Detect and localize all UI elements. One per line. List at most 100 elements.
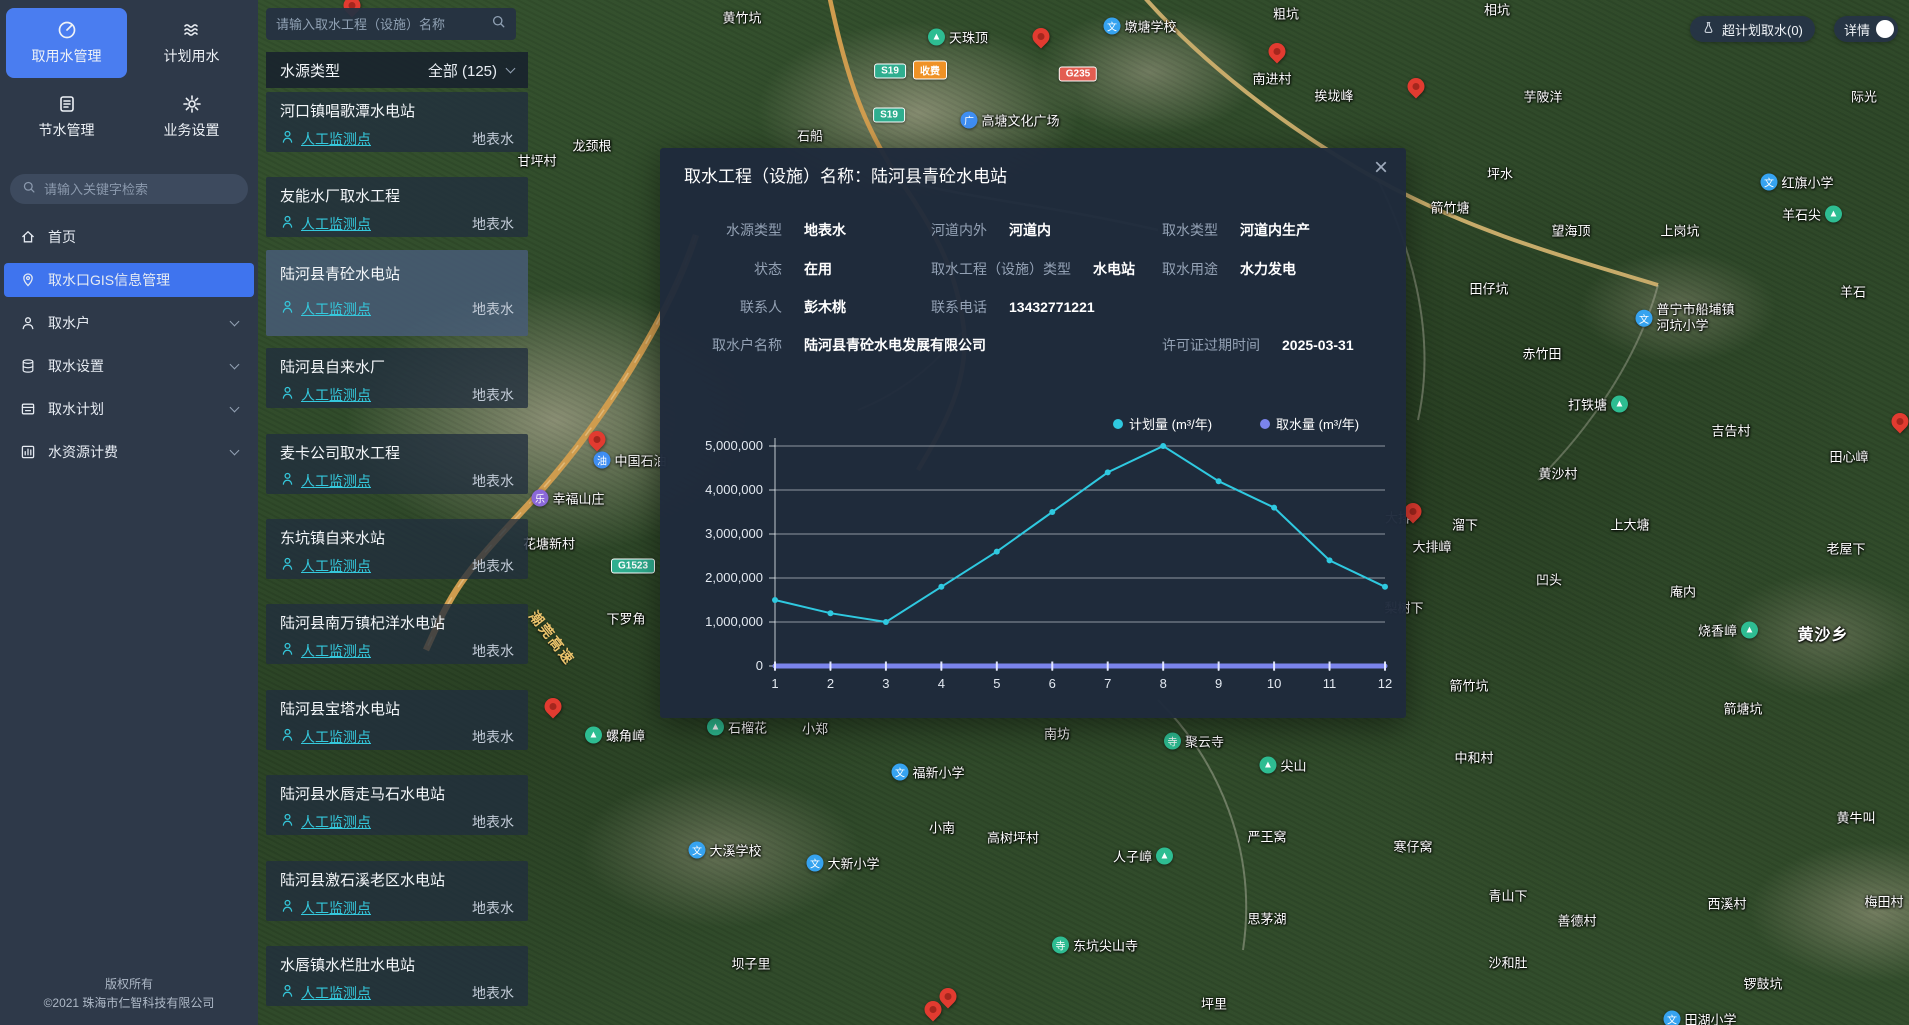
monitor-type-link[interactable]: 人工监测点	[301, 385, 371, 405]
temple-icon: 寺	[1052, 937, 1069, 954]
water-source-label: 地表水	[472, 812, 514, 832]
svg-text:1: 1	[771, 676, 778, 691]
map-label-text: 小南	[929, 818, 955, 837]
field-value: 水力发电	[1240, 259, 1296, 279]
monitor-type-link[interactable]: 人工监测点	[301, 641, 371, 661]
map-label-text: 凹头	[1536, 570, 1562, 589]
monitor-type-link[interactable]: 人工监测点	[301, 898, 371, 918]
module-tile[interactable]: 节水管理	[6, 82, 127, 152]
map-label: 小郑	[802, 719, 828, 738]
station-card[interactable]: 河口镇唱歌潭水电站 人工监测点 地表水	[266, 92, 528, 152]
station-card[interactable]: 陆河县南万镇杞洋水电站 人工监测点 地表水	[266, 604, 528, 664]
module-switcher: 取用水管理 计划用水 节水管理 业务设置	[0, 0, 258, 152]
map-label: 文普宁市船埔镇河坑小学	[1635, 302, 1734, 335]
map-label-text: 老屋下	[1826, 539, 1865, 558]
field-label: 联系电话	[931, 297, 987, 317]
station-card[interactable]: 东坑镇自来水站 人工监测点 地表水	[266, 519, 528, 579]
map-label: 文田湖小学	[1663, 1010, 1736, 1025]
svg-text:10: 10	[1267, 676, 1281, 691]
map-pin-marker[interactable]	[1888, 409, 1909, 433]
map-label-text: 天珠顶	[949, 28, 988, 47]
sidebar-menu-item[interactable]: 水资源计费	[4, 435, 254, 469]
source-type-filter[interactable]: 水源类型 全部 (125)	[266, 52, 528, 88]
map-label: 挨垅峰	[1314, 86, 1353, 105]
monitor-type-link[interactable]: 人工监测点	[301, 129, 371, 149]
landmark-icon: 广	[960, 112, 977, 129]
map-label-text: 普宁市船埔镇河坑小学	[1656, 302, 1734, 335]
monitor-type-link[interactable]: 人工监测点	[301, 983, 371, 1003]
road-badge: S19	[873, 108, 905, 123]
station-search[interactable]	[266, 8, 516, 40]
user-icon	[20, 315, 36, 331]
map-pin-marker[interactable]	[541, 694, 565, 718]
plan-vs-intake-chart: 01,000,0002,000,0003,000,0004,000,0005,0…	[668, 396, 1398, 708]
map-label-text: 田湖小学	[1684, 1010, 1736, 1025]
sidebar-menu-item[interactable]: 取水计划	[4, 392, 254, 426]
module-tile[interactable]: 取用水管理	[6, 8, 127, 78]
svg-text:3: 3	[882, 676, 889, 691]
station-card[interactable]: 水唇镇水栏肚水电站 人工监测点 地表水	[266, 946, 528, 1006]
map-label-text: 羊石	[1840, 282, 1866, 301]
station-card[interactable]: 陆河县青砼水电站 人工监测点 地表水	[266, 250, 528, 336]
monitor-type-link[interactable]: 人工监测点	[301, 214, 371, 234]
toggle-knob[interactable]	[1876, 20, 1894, 38]
map-label: 黄沙村	[1538, 464, 1577, 483]
station-list[interactable]: 水源类型 全部 (125) 河口镇唱歌潭水电站 人工监测点 地表水 友能水厂取水…	[266, 0, 528, 1025]
over-plan-badge[interactable]: 超计划取水(0)	[1690, 16, 1815, 42]
station-card[interactable]: 陆河县激石溪老区水电站 人工监测点 地表水	[266, 861, 528, 921]
monitor-type-link[interactable]: 人工监测点	[301, 299, 371, 319]
map-pin-marker[interactable]	[1029, 24, 1053, 48]
menu-item-label: 取水设置	[48, 356, 104, 376]
map-label-text: 坪里	[1201, 994, 1227, 1013]
monitor-type-link[interactable]: 人工监测点	[301, 556, 371, 576]
sidebar-search-input[interactable]	[44, 182, 236, 197]
module-tile[interactable]: 计划用水	[131, 8, 252, 78]
monitor-type-link[interactable]: 人工监测点	[301, 812, 371, 832]
sidebar-menu-item[interactable]: 取水设置	[4, 349, 254, 383]
chevron-down-icon	[506, 63, 516, 73]
field-value: 水电站	[1093, 259, 1135, 279]
monitor-type-link[interactable]: 人工监测点	[301, 727, 371, 747]
monitor-type-link[interactable]: 人工监测点	[301, 471, 371, 491]
map-label-text: 坪水	[1487, 164, 1513, 183]
station-search-input[interactable]	[276, 17, 483, 32]
sidebar-menu-item[interactable]: 取水口GIS信息管理	[4, 263, 254, 297]
station-card[interactable]: 陆河县水唇走马石水电站 人工监测点 地表水	[266, 775, 528, 835]
sidebar: 取用水管理 计划用水 节水管理 业务设置 首页 取水口GIS信息管理 取水户 取…	[0, 0, 258, 1025]
home-icon	[20, 229, 36, 245]
detail-toggle[interactable]: 详情	[1834, 16, 1898, 42]
station-card[interactable]: 陆河县自来水厂 人工监测点 地表水	[266, 348, 528, 408]
station-card[interactable]: 陆河县宝塔水电站 人工监测点 地表水	[266, 690, 528, 750]
map-label-text: 粗坑	[1273, 4, 1299, 23]
filter-value[interactable]: 全部 (125)	[428, 60, 497, 81]
water-source-label: 地表水	[472, 385, 514, 405]
map-label-text: 望海顶	[1551, 221, 1590, 240]
map-pin-marker[interactable]	[585, 427, 609, 451]
map-label-text: 聚云寺	[1185, 732, 1224, 751]
map-pin-marker[interactable]	[1404, 74, 1428, 98]
document-icon	[57, 94, 77, 114]
field-label: 取水工程（设施）类型	[931, 259, 1071, 279]
station-card[interactable]: 友能水厂取水工程 人工监测点 地表水	[266, 177, 528, 237]
module-tile[interactable]: 业务设置	[131, 82, 252, 152]
menu-item-label: 取水计划	[48, 399, 104, 419]
station-name: 友能水厂取水工程	[280, 185, 514, 206]
close-icon[interactable]: ×	[1374, 154, 1388, 183]
map-pin-marker[interactable]	[1265, 39, 1289, 63]
module-label: 节水管理	[39, 120, 95, 140]
field-label: 取水类型	[1162, 220, 1218, 240]
road-badge: G1523	[611, 559, 655, 574]
station-card[interactable]: 麦卡公司取水工程 人工监测点 地表水	[266, 434, 528, 494]
sidebar-search[interactable]	[10, 174, 248, 204]
school-icon: 文	[806, 855, 823, 872]
map-label: 龙颈根	[572, 136, 611, 155]
map-label-text: 大溪学校	[709, 841, 761, 860]
sidebar-menu-item[interactable]: 取水户	[4, 306, 254, 340]
map-label-text: 烧香嶂	[1698, 621, 1737, 640]
map-label: ▲石榴花	[707, 718, 767, 737]
sidebar-menu-item[interactable]: 首页	[4, 220, 254, 254]
chevron-down-icon	[230, 402, 240, 412]
map-label-text: 坝子里	[731, 954, 770, 973]
search-icon[interactable]	[491, 14, 506, 34]
mountain-icon: ▲	[585, 727, 602, 744]
